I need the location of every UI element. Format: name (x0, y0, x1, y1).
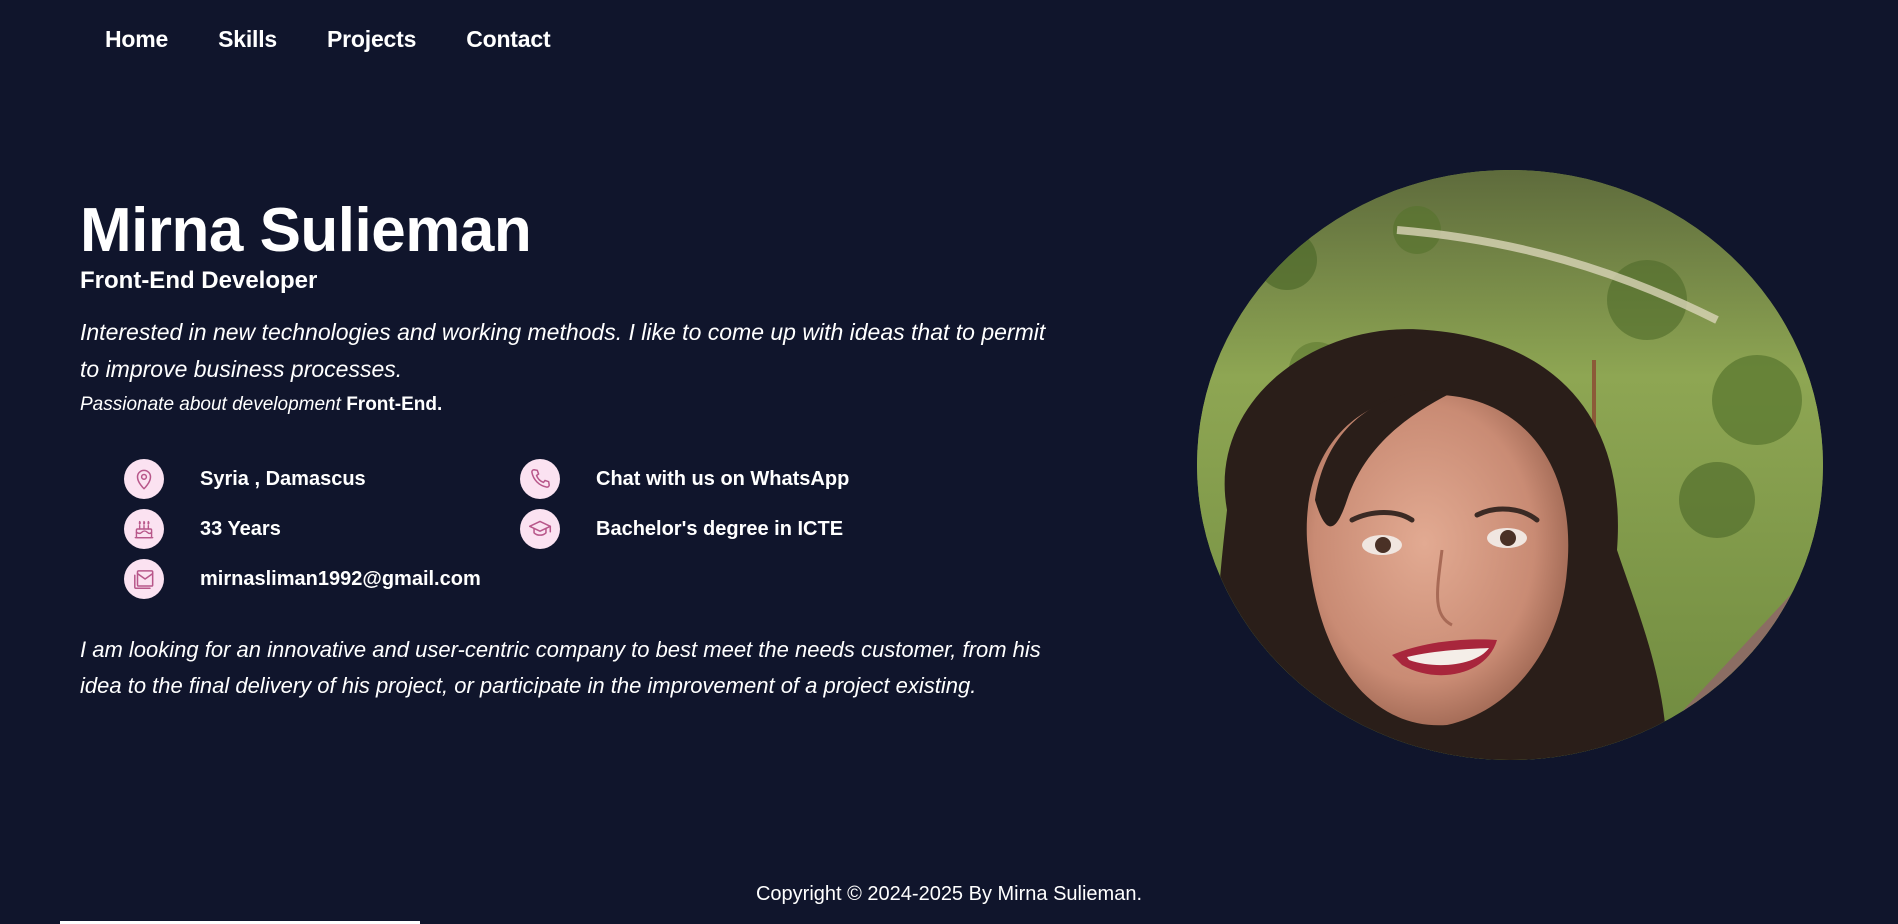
hero-section: Mirna Sulieman Front-End Developer Inter… (80, 196, 1045, 418)
passion-text: Passionate about development Front-End. (80, 392, 1040, 418)
portfolio-page: Home Skills Projects Contact Mirna Sulie… (0, 0, 1898, 924)
nav-projects-link[interactable]: Projects (327, 26, 416, 53)
passion-highlight: Front-End. (346, 394, 443, 415)
intro-text: Interested in new technologies and worki… (80, 319, 1046, 382)
info-whatsapp[interactable]: Chat with us on WhatsApp (520, 458, 849, 500)
closing-statement: I am looking for an innovative and user-… (80, 637, 1041, 698)
profile-photo (1197, 170, 1823, 760)
location-text: Syria , Damascus (200, 467, 366, 490)
job-title: Front-End Developer (80, 267, 318, 294)
main-nav: Home Skills Projects Contact (105, 26, 551, 53)
nav-home-link[interactable]: Home (105, 26, 168, 53)
graduation-cap-icon (520, 509, 560, 549)
footer-copyright: Copyright © 2024-2025 By Mirna Sulieman. (755, 883, 1143, 905)
info-degree: Bachelor's degree in ICTE (520, 508, 843, 550)
info-location: Syria , Damascus (124, 458, 366, 500)
degree-text: Bachelor's degree in ICTE (596, 517, 844, 540)
personal-info-list: Syria , Damascus Chat with us on WhatsAp… (124, 458, 884, 608)
age-text: 33 Years (200, 517, 281, 540)
birthday-cake-icon (124, 509, 164, 549)
nav-skills-link[interactable]: Skills (218, 26, 277, 53)
email-text[interactable]: mirnasliman1992@gmail.com (200, 568, 481, 591)
whatsapp-text[interactable]: Chat with us on WhatsApp (596, 468, 849, 491)
phone-icon (520, 459, 560, 499)
passion-prefix: Passionate about development (80, 394, 341, 415)
person-name: Mirna Sulieman (80, 196, 532, 265)
mail-icon (124, 559, 164, 599)
nav-contact-link[interactable]: Contact (466, 26, 550, 53)
info-email[interactable]: mirnasliman1992@gmail.com (124, 558, 481, 600)
info-age: 33 Years (124, 508, 281, 550)
location-pin-icon (124, 459, 164, 499)
